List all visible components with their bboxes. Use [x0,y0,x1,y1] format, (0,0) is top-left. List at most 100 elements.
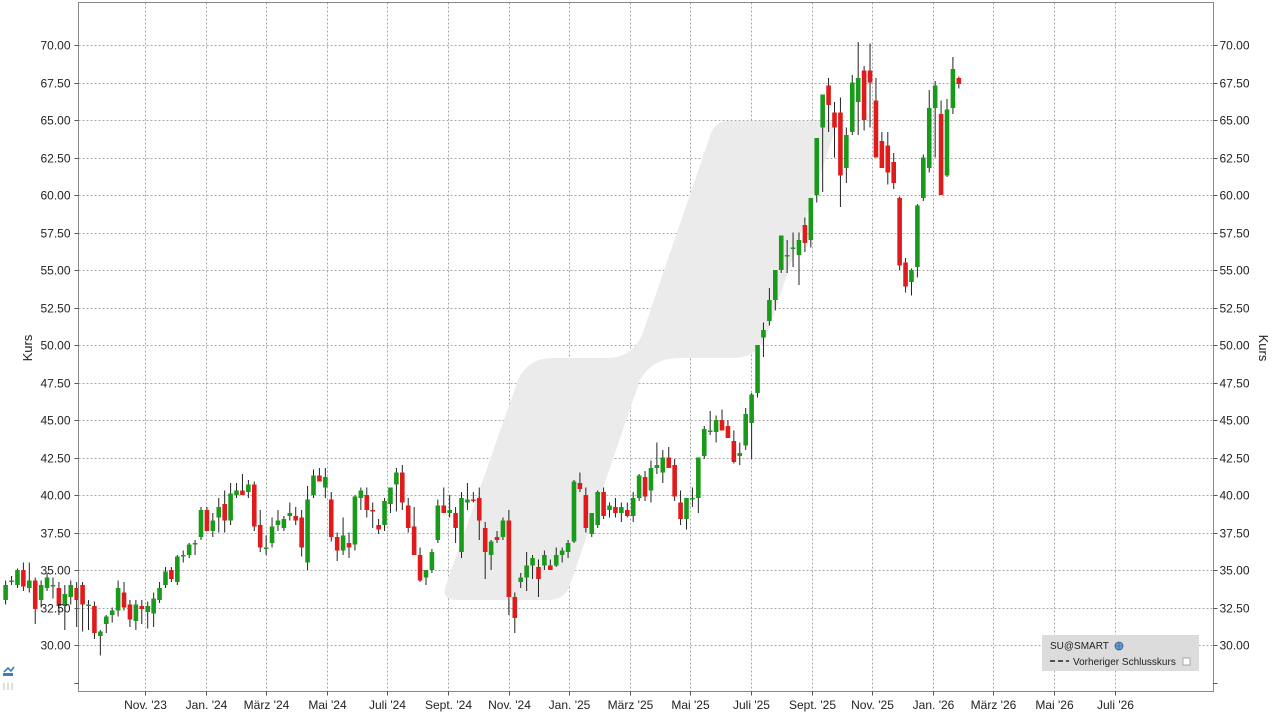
candle-body-up [27,580,32,588]
candle [873,78,879,158]
candle [867,43,873,128]
candle-body-up [944,109,950,176]
candle-body-up [926,108,932,168]
candle-body-up [542,555,547,566]
candle-body-down [222,504,227,521]
globe-icon[interactable] [1114,641,1124,651]
candle-body-up [761,330,766,338]
candle-body-up [103,616,109,624]
candle-body-up [820,94,825,128]
y-tick-label-right: 42.50 [1220,452,1250,466]
candle-body-down [370,510,375,512]
candle [275,510,281,531]
candle-body-up [263,547,269,549]
candle [701,426,707,459]
candle [328,492,334,542]
legend-entry-checkbox[interactable] [1182,657,1191,666]
candle [743,408,748,450]
y-tick-label-left: 55.00 [40,264,70,278]
candle [595,490,600,528]
candle-body-up [163,571,168,585]
candle-body-down [80,585,85,605]
candle-body-up [767,300,772,321]
candle-body-down [879,141,885,168]
candle [838,97,843,207]
y-tick-label-left: 35.00 [40,564,70,578]
candle-body-up [133,604,139,621]
candle-body-up [3,585,8,600]
x-tick-label: März '24 [244,698,290,712]
y-tick-label-left: 40.00 [40,489,70,503]
candle [98,630,103,656]
candle-body-up [115,588,121,611]
candle [619,502,624,522]
candle-body-down [624,510,630,516]
candle [192,540,198,555]
candle-body-up [198,510,204,537]
candle-body-up [98,631,103,636]
candlestick-chart: 30.00 32.50 35.00 37.50 40.00 42.50 45.00 47.50… [3,2,1271,712]
candle-body-up [915,205,920,267]
x-tick-label: Juli '25 [733,698,770,712]
x-tick-label: Jan. '24 [186,698,228,712]
candle [453,507,458,543]
candle [956,76,962,89]
candle-body-up [281,519,287,528]
candle [216,498,222,533]
candle [145,601,151,629]
candle-body-up [855,78,861,102]
x-tick-label: Juli '26 [1097,698,1134,712]
candle [713,415,719,443]
candle-body-down [471,499,476,501]
candle-body-up [423,570,429,578]
candle [198,507,204,540]
candle [204,507,210,531]
y-tick-label-left: 47.50 [40,377,70,391]
candle [441,487,447,513]
x-tick-label: Nov. '24 [488,698,531,712]
candle-body-up [50,585,56,587]
candle [814,138,820,203]
candle-body-up [44,577,50,588]
candle [737,442,743,465]
candle-body-up [145,606,151,612]
candle-body-down [867,70,873,83]
candle-body-down [672,465,677,497]
candle-body-down [725,426,731,438]
x-tick-label: Jan. '26 [913,698,955,712]
candle [287,502,293,521]
candle-body-up [192,543,198,545]
candle [9,576,14,585]
candle-body-up [630,498,636,516]
candle-body-up [654,465,660,468]
candle-body-down [802,225,808,243]
candle-body-up [68,585,74,597]
candle [707,411,713,435]
candle-body-down [317,475,322,482]
candle [364,487,370,518]
candle-body-up [784,255,790,257]
candle-body-up [589,513,595,534]
candle-body-up [796,240,802,255]
y-tick-label-left: 70.00 [40,39,70,53]
candle [642,471,648,501]
candle-body-up [553,555,559,566]
candle-body-down [506,520,512,597]
chart-tool-icon[interactable] [3,666,15,690]
candle [370,502,375,528]
candle [115,580,121,617]
candle [240,474,245,495]
candle-body-down [548,565,553,570]
candle-body-down [482,528,488,552]
candle-body-up [157,588,162,600]
y-tick-label-right: 35.00 [1220,564,1250,578]
candle-body-down [328,499,334,537]
candle [281,516,287,531]
candle [394,468,399,512]
candle [429,549,435,573]
candle-body-down [441,505,447,513]
candle [263,535,269,555]
candle-body-down [577,483,583,489]
candle [27,562,32,593]
candle-body-up [518,577,524,582]
